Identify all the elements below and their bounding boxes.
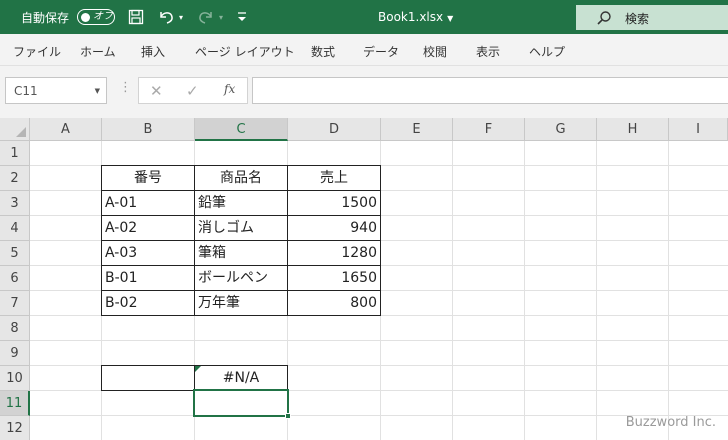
active-cell[interactable] (193, 389, 289, 417)
cell-b5[interactable]: A-03 (101, 240, 195, 266)
row-header-6[interactable]: 6 (0, 266, 30, 291)
tab-home[interactable]: ホーム (80, 43, 116, 60)
cell-b6[interactable]: B-01 (101, 265, 195, 291)
quick-access-customize-icon[interactable] (236, 8, 248, 26)
error-indicator-icon[interactable] (195, 366, 201, 372)
column-header-e[interactable]: E (381, 118, 453, 141)
search-placeholder: 検索 (625, 12, 650, 26)
name-box-value: C11 (14, 84, 38, 98)
name-box-dropdown-icon[interactable]: ▼ (95, 87, 100, 95)
cell-c2[interactable]: 商品名 (194, 165, 288, 191)
row-header-4[interactable]: 4 (0, 216, 30, 241)
row-header-3[interactable]: 3 (0, 191, 30, 216)
cell-c7[interactable]: 万年筆 (194, 290, 288, 316)
row-header-11[interactable]: 11 (0, 391, 30, 416)
row-header-7[interactable]: 7 (0, 291, 30, 316)
autosave-toggle[interactable]: オフ (77, 9, 115, 25)
column-header-g[interactable]: G (525, 118, 597, 141)
tab-help[interactable]: ヘルプ (529, 43, 565, 60)
document-title[interactable]: Book1.xlsx ▼ (378, 10, 453, 24)
row-header-9[interactable]: 9 (0, 341, 30, 366)
cell-c4[interactable]: 消しゴム (194, 215, 288, 241)
cell-b4[interactable]: A-02 (101, 215, 195, 241)
tab-file[interactable]: ファイル (13, 43, 61, 60)
cell-c5[interactable]: 筆箱 (194, 240, 288, 266)
cell-b7[interactable]: B-02 (101, 290, 195, 316)
column-header-a[interactable]: A (30, 118, 102, 141)
search-box[interactable]: 検索 (576, 5, 728, 30)
formula-bar-grip-icon[interactable]: ⋮ (119, 80, 132, 95)
cell-c6[interactable]: ボールペン (194, 265, 288, 291)
cell-b2[interactable]: 番号 (101, 165, 195, 191)
save-icon[interactable] (127, 8, 145, 26)
title-bar: 自動保存 オフ ▾ ▾ Book1.xlsx ▼ 検索 (0, 0, 728, 34)
undo-icon[interactable] (156, 8, 176, 26)
formula-bar-area: C11 ▼ ⋮ ✕ ✓ fx (0, 66, 728, 118)
cell-d2[interactable]: 売上 (287, 165, 381, 191)
column-header-d[interactable]: D (288, 118, 381, 141)
row-header-1[interactable]: 1 (0, 141, 30, 166)
undo-dropdown-icon[interactable]: ▾ (176, 8, 186, 26)
row-header-12[interactable]: 12 (0, 416, 30, 440)
column-header-b[interactable]: B (102, 118, 195, 141)
fill-handle[interactable] (285, 413, 291, 419)
cell-d6[interactable]: 1650 (287, 265, 381, 291)
cancel-icon[interactable]: ✕ (150, 82, 163, 100)
tab-insert[interactable]: 挿入 (141, 43, 165, 60)
tab-view[interactable]: 表示 (476, 43, 500, 60)
row-header-5[interactable]: 5 (0, 241, 30, 266)
column-header-f[interactable]: F (453, 118, 525, 141)
tab-page-layout[interactable]: ページ レイアウト (195, 43, 295, 60)
cell-b3[interactable]: A-01 (101, 190, 195, 216)
column-header-c[interactable]: C (195, 118, 288, 141)
formula-buttons: ✕ ✓ fx (138, 77, 248, 104)
cell-d5[interactable]: 1280 (287, 240, 381, 266)
cell-b10[interactable] (101, 365, 195, 391)
ribbon-tabs: ファイル ホーム 挿入 ページ レイアウト 数式 データ 校閲 表示 ヘルプ (0, 34, 728, 66)
gridline (30, 340, 728, 341)
formula-input[interactable] (252, 77, 728, 104)
watermark: Buzzword Inc. (625, 415, 716, 430)
tab-review[interactable]: 校閲 (423, 43, 447, 60)
column-header-i[interactable]: I (669, 118, 728, 141)
cell-d3[interactable]: 1500 (287, 190, 381, 216)
autosave-label: 自動保存 (21, 11, 70, 25)
column-header-h[interactable]: H (597, 118, 669, 141)
gridline (30, 415, 728, 416)
autosave-state: オフ (93, 11, 113, 22)
select-all-corner[interactable] (0, 118, 30, 141)
redo-icon[interactable] (196, 8, 216, 26)
row-header-2[interactable]: 2 (0, 166, 30, 191)
name-box[interactable]: C11 ▼ (5, 77, 107, 104)
cell-c10[interactable]: #N/A (194, 365, 288, 391)
tab-formulas[interactable]: 数式 (311, 43, 335, 60)
tab-data[interactable]: データ (363, 43, 399, 60)
cell-c3[interactable]: 鉛筆 (194, 190, 288, 216)
row-header-8[interactable]: 8 (0, 316, 30, 341)
cell-d7[interactable]: 800 (287, 290, 381, 316)
function-icon[interactable]: fx (224, 82, 235, 96)
toggle-knob (81, 12, 90, 22)
cell-d4[interactable]: 940 (287, 215, 381, 241)
row-header-10[interactable]: 10 (0, 366, 30, 391)
redo-dropdown-icon[interactable]: ▾ (216, 8, 226, 26)
enter-icon[interactable]: ✓ (186, 82, 199, 100)
search-icon (597, 11, 611, 25)
